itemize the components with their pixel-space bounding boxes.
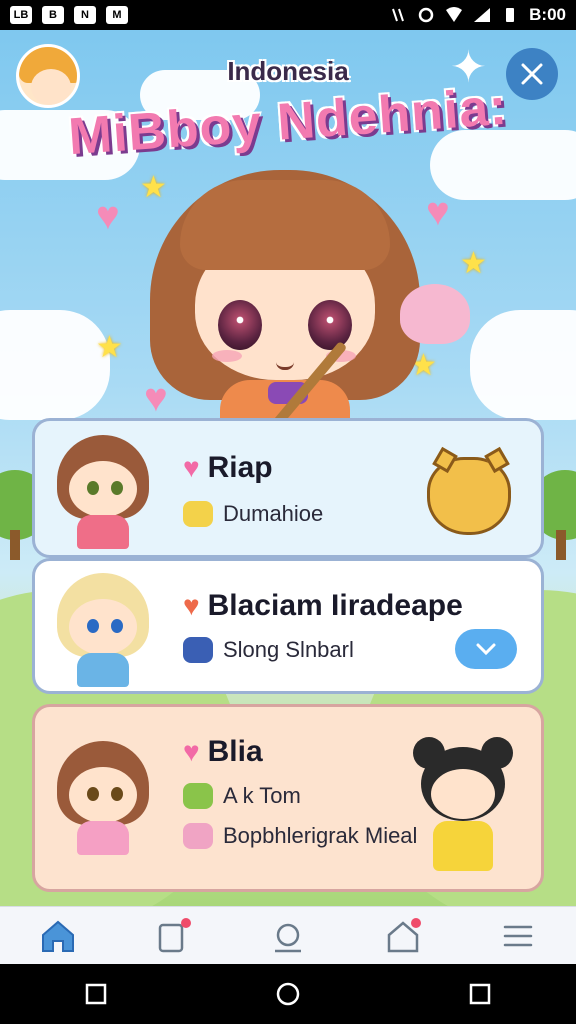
card-title: Riap <box>207 451 273 484</box>
card-extra: Bopbhlerigrak Mieal <box>223 823 418 848</box>
signal-icon <box>474 8 491 22</box>
chibi-body <box>77 653 129 687</box>
chibi-eye <box>87 787 99 801</box>
mascot-bangs <box>180 180 390 270</box>
notification-dot <box>180 917 191 928</box>
home-button[interactable] <box>268 974 308 1014</box>
cloud <box>0 310 110 420</box>
vibrate-icon <box>392 8 405 22</box>
shield-icon <box>183 637 213 663</box>
mascot-eye-left <box>218 300 262 350</box>
character-avatar-3 <box>51 737 155 857</box>
notification-dot <box>411 917 422 928</box>
card-title-row: ♥ Blia <box>183 735 417 769</box>
cloud <box>470 310 576 420</box>
heart-icon: ♥ <box>183 736 200 767</box>
chibi-face <box>69 461 137 517</box>
card-subtitle-row: Slong Slnbarl <box>183 637 463 663</box>
character-avatar-1 <box>51 431 155 551</box>
heart-icon: ♥ <box>96 194 120 238</box>
pet-ear <box>484 446 510 474</box>
card-subtitle: A k Tom <box>223 783 301 808</box>
star-icon: ★ <box>96 331 123 364</box>
square-back-icon <box>85 983 107 1005</box>
nav-menu[interactable] <box>494 912 542 960</box>
chevron-down-icon <box>476 643 496 656</box>
tree-trunk <box>10 530 20 560</box>
chibi-body <box>77 821 129 855</box>
bottom-nav <box>0 906 576 964</box>
close-icon <box>521 63 543 85</box>
close-button[interactable] <box>506 48 558 100</box>
wifi-icon <box>446 7 463 22</box>
card-extra-row: Bopbhlerigrak Mieal <box>183 823 417 849</box>
bear-face <box>431 769 495 819</box>
square-recents-icon <box>469 983 491 1005</box>
cat-pet-icon <box>427 446 511 535</box>
heart-icon: ♥ <box>183 590 200 621</box>
card-title: Blaciam Iiradeape <box>207 589 463 622</box>
card-title-row: ♥ Blaciam Iiradeape <box>183 589 463 623</box>
card-content: ♥ Blia A k Tom Bopbhlerigrak Mieal <box>183 735 417 849</box>
home-scene: ✦ ★ ★ ★ ★ ♥ ♥ ♥ Indonesia MiBboy Ndehnia… <box>0 30 576 906</box>
expand-button[interactable] <box>455 629 517 669</box>
mascot-blush <box>212 350 242 362</box>
card-subtitle: Slong Slnbarl <box>223 637 354 662</box>
clock: B:00 <box>529 5 566 24</box>
character-card-3[interactable]: ♥ Blia A k Tom Bopbhlerigrak Mieal <box>32 704 544 892</box>
nav-search[interactable] <box>264 912 312 960</box>
chibi-body <box>77 515 129 549</box>
back-button[interactable] <box>76 974 116 1014</box>
menu-icon <box>504 925 533 946</box>
search-icon <box>274 923 301 952</box>
recents-button[interactable] <box>460 974 500 1014</box>
notification-icon-2: B <box>42 6 64 24</box>
card-content: ♥ Riap Dumahioe <box>183 451 323 527</box>
card-subtitle-row: A k Tom <box>183 783 417 809</box>
nav-house[interactable] <box>379 912 427 960</box>
character-card-1[interactable]: ♥ Riap Dumahioe <box>32 418 544 558</box>
star-icon: ★ <box>460 247 487 280</box>
system-nav-bar <box>0 964 576 1024</box>
chibi-eye <box>111 787 123 801</box>
card-title: Blia <box>207 735 263 768</box>
mascot-character <box>140 150 430 440</box>
battery-icon <box>506 8 515 22</box>
heart-icon: ♥ <box>183 452 200 483</box>
character-card-2[interactable]: ♥ Blaciam Iiradeape Slong Slnbarl <box>32 558 544 694</box>
nav-notes[interactable] <box>149 912 197 960</box>
notification-icon-3: N <box>74 6 96 24</box>
home-icon <box>41 920 74 952</box>
frog-icon <box>183 783 213 809</box>
card-content: ♥ Blaciam Iiradeape Slong Slnbarl <box>183 589 463 663</box>
card-subtitle: Dumahioe <box>223 501 324 526</box>
character-avatar-2 <box>51 569 155 689</box>
chibi-eye <box>111 619 123 633</box>
alarm-icon <box>418 7 434 23</box>
wand-head <box>400 284 470 344</box>
bear-character <box>413 737 513 877</box>
tree-trunk <box>556 530 566 560</box>
status-bar: LB B N M B:00 <box>0 0 576 30</box>
chibi-eye <box>111 481 123 495</box>
pet-ear <box>432 446 458 474</box>
chibi-eye <box>87 619 99 633</box>
cake-icon <box>183 823 213 849</box>
card-title-row: ♥ Riap <box>183 451 323 485</box>
chibi-face <box>69 599 137 655</box>
card-subtitle-row: Dumahioe <box>183 501 323 527</box>
notification-icon-4: M <box>106 6 128 24</box>
mascot-eye-right <box>308 300 352 350</box>
circle-home-icon <box>276 982 300 1006</box>
bear-body <box>433 821 493 871</box>
nav-home[interactable] <box>34 912 82 960</box>
notification-icon-1: LB <box>10 6 32 24</box>
chibi-eye <box>87 481 99 495</box>
chibi-face <box>69 767 137 823</box>
bird-icon <box>183 501 213 527</box>
